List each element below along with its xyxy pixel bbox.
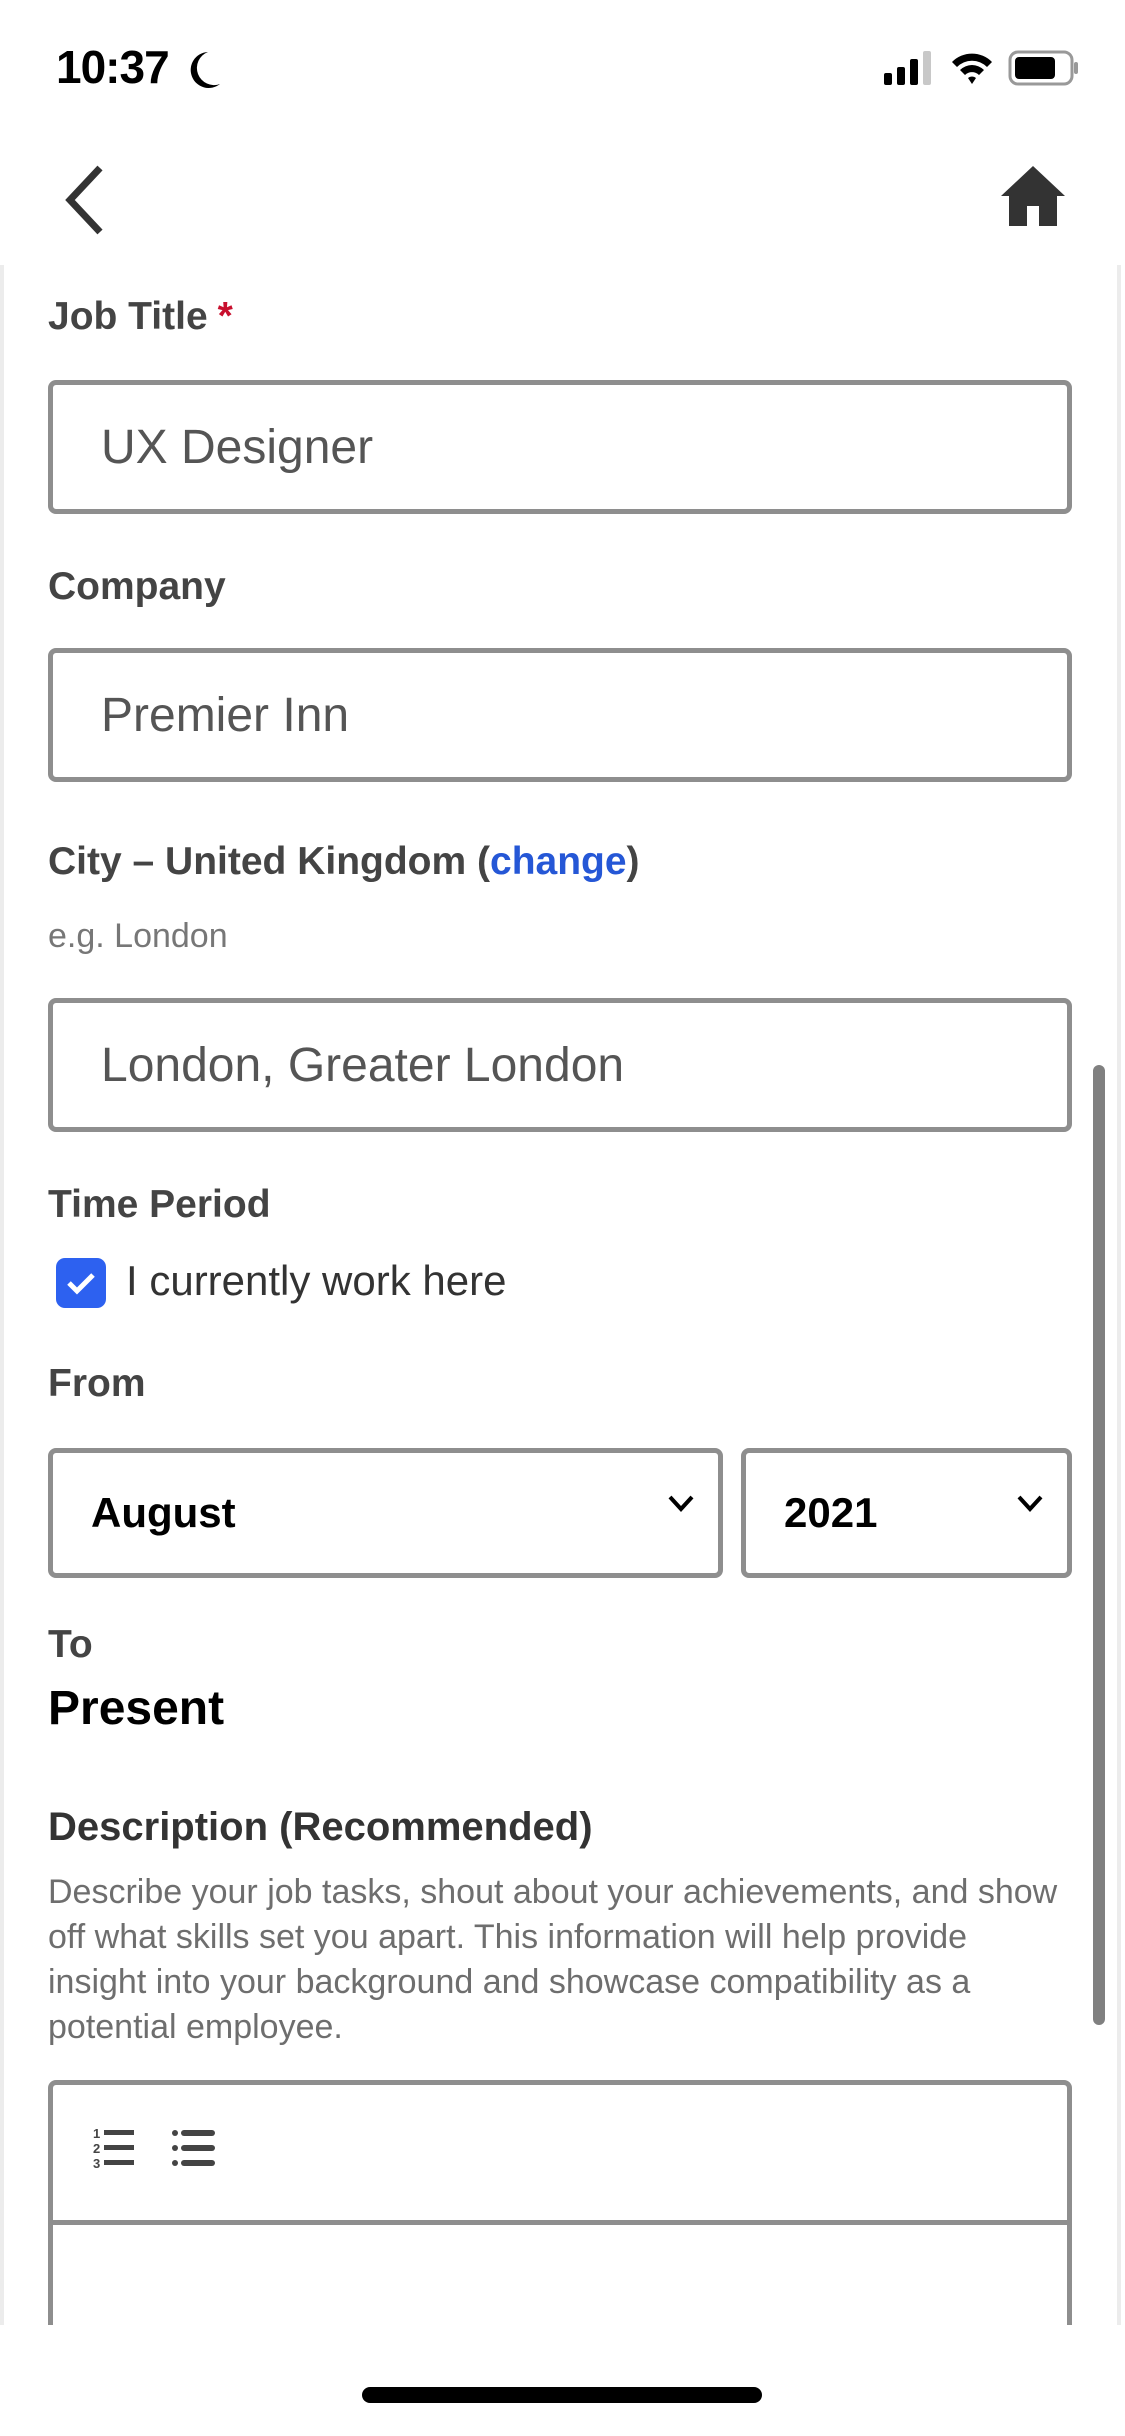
city-hint: e.g. London <box>48 917 228 955</box>
checkmark-icon <box>67 1273 95 1295</box>
status-icons <box>884 50 1080 86</box>
description-textarea[interactable] <box>53 2225 1067 2325</box>
city-value: London, Greater London <box>101 1038 625 1092</box>
editor-toolbar: 1 2 3 <box>53 2085 1067 2225</box>
time-period-label: Time Period <box>48 1183 271 1226</box>
job-title-label: Job Title * <box>48 295 233 338</box>
nav-bar <box>0 130 1125 265</box>
currently-work-here-checkbox[interactable] <box>56 1258 106 1308</box>
ordered-list-icon[interactable]: 1 2 3 <box>91 2125 137 2171</box>
status-bar: 10:37 <box>0 0 1125 130</box>
scrollbar[interactable] <box>1093 1065 1105 2025</box>
svg-text:2: 2 <box>93 2141 100 2156</box>
svg-text:1: 1 <box>93 2126 100 2141</box>
from-month-value: August <box>91 1489 236 1536</box>
moon-icon <box>190 52 220 88</box>
bottom-safe-area <box>0 2325 1125 2436</box>
description-title: Description (Recommended) <box>48 1805 593 1849</box>
status-time: 10:37 <box>56 41 170 93</box>
home-indicator[interactable] <box>362 2387 762 2403</box>
required-mark: * <box>217 295 233 338</box>
to-label: To <box>48 1623 93 1666</box>
from-label: From <box>48 1362 146 1405</box>
company-input[interactable]: Premier Inn <box>48 648 1072 782</box>
from-year-value: 2021 <box>784 1489 878 1536</box>
chevron-down-icon <box>1017 1495 1043 1512</box>
description-help-text: Describe your job tasks, shout about you… <box>48 1873 1058 2046</box>
city-label: City – United Kingdom (change) <box>48 840 640 883</box>
city-input[interactable]: London, Greater London <box>48 998 1072 1132</box>
cellular-signal-icon <box>884 51 931 85</box>
wifi-icon <box>952 53 992 84</box>
to-value: Present <box>48 1682 225 1735</box>
battery-icon <box>1008 50 1078 86</box>
chevron-down-icon <box>668 1495 694 1512</box>
change-country-link[interactable]: change <box>490 840 627 883</box>
svg-text:3: 3 <box>93 2156 100 2171</box>
company-label: Company <box>48 565 226 608</box>
from-year-select[interactable]: 2021 <box>741 1448 1072 1578</box>
form-scroll-area[interactable]: Job Title * UX Designer Company Premier I… <box>0 265 1121 2325</box>
from-month-select[interactable]: August <box>48 1448 723 1578</box>
company-value: Premier Inn <box>101 688 350 742</box>
home-icon[interactable] <box>999 162 1067 230</box>
back-button[interactable] <box>58 160 118 240</box>
bullet-list-icon[interactable] <box>171 2125 217 2171</box>
description-editor[interactable]: 1 2 3 <box>48 2080 1072 2325</box>
job-title-input[interactable]: UX Designer <box>48 380 1072 514</box>
currently-work-here-label[interactable]: I currently work here <box>126 1257 506 1305</box>
job-title-value: UX Designer <box>101 420 374 474</box>
